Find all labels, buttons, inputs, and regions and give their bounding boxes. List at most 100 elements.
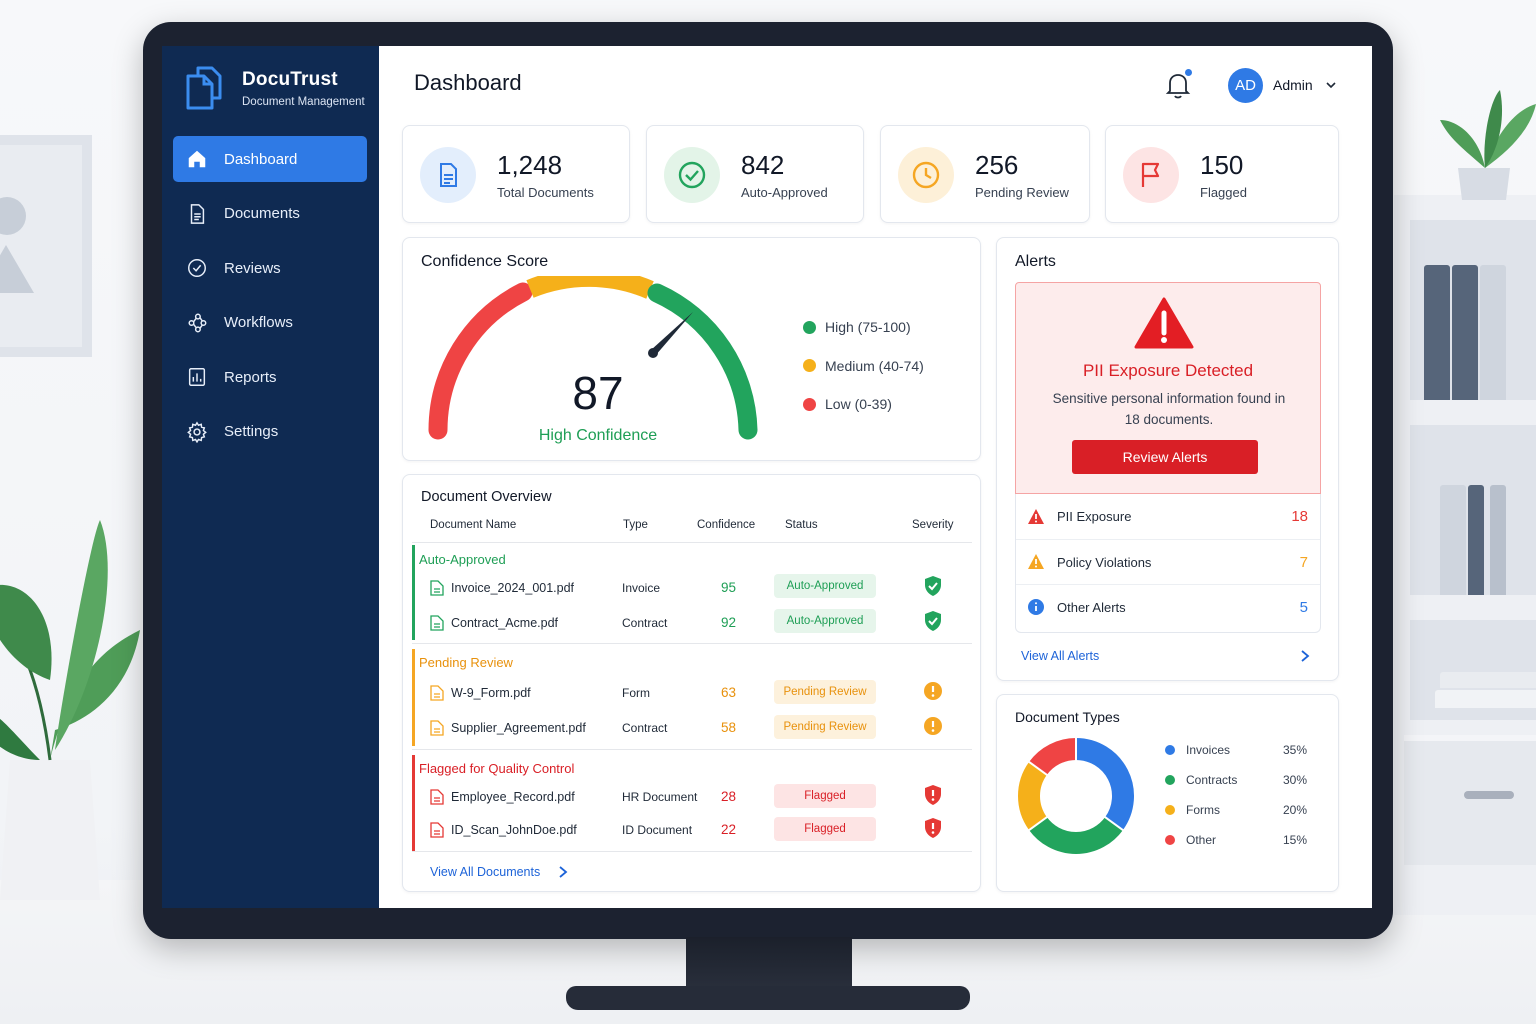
chevron-right-icon[interactable]	[557, 865, 569, 879]
document-type: Contract	[622, 721, 668, 735]
warning-triangle-icon	[1028, 554, 1044, 569]
gauge-needle	[651, 312, 693, 356]
notification-dot	[1183, 67, 1194, 78]
confidence-value: 95	[721, 580, 737, 595]
legend-item: Medium (40-74)	[803, 347, 924, 386]
document-name[interactable]: Employee_Record.pdf	[451, 790, 575, 804]
shield-alert-icon	[925, 785, 941, 805]
status-badge: Auto-Approved	[774, 574, 876, 598]
sidebar-item-settings[interactable]: Settings	[173, 409, 367, 455]
warning-triangle-icon	[1028, 508, 1044, 524]
plant-left-icon	[0, 520, 140, 900]
document-icon	[430, 822, 444, 838]
warning-triangle-icon	[1134, 297, 1194, 349]
section-title: Document Overview	[421, 489, 552, 505]
monitor-base	[566, 986, 970, 1010]
confidence-value: 28	[721, 789, 737, 804]
brand-name: DocuTrust	[242, 68, 338, 90]
sidebar-item-reviews[interactable]: Reviews	[173, 245, 367, 291]
alert-item-policy[interactable]: Policy Violations 7	[1016, 539, 1320, 584]
donut-slice-invoices	[1075, 738, 1134, 831]
workflow-icon	[188, 313, 207, 332]
view-all-documents-link[interactable]: View All Documents	[430, 865, 540, 879]
column-header[interactable]: Document Name	[430, 519, 516, 531]
confidence-score-card: Confidence Score 87 High Confidence High…	[402, 237, 981, 461]
sidebar-item-label: Settings	[224, 423, 279, 440]
document-types-donut	[1018, 737, 1134, 854]
stat-label: Flagged	[1200, 185, 1247, 200]
sidebar-item-documents[interactable]: Documents	[173, 191, 367, 237]
alert-count: 18	[1291, 508, 1308, 525]
document-type: ID Document	[622, 823, 693, 837]
shield-check-icon	[925, 611, 941, 631]
document-overview-card: Document Overview Document Name Type Con…	[402, 474, 981, 892]
group-label: Auto-Approved	[419, 552, 506, 567]
brand[interactable]: DocuTrust Document Management	[184, 66, 365, 110]
document-type: HR Document	[622, 790, 698, 804]
document-icon	[430, 789, 444, 805]
column-header[interactable]: Status	[785, 519, 818, 531]
document-name[interactable]: Supplier_Agreement.pdf	[451, 721, 586, 735]
user-name[interactable]: Admin	[1273, 77, 1313, 93]
donut-legend-item: Other 15%	[1165, 833, 1307, 847]
alert-item-other[interactable]: Other Alerts 5	[1016, 584, 1320, 629]
status-badge: Auto-Approved	[774, 609, 876, 633]
group-label: Pending Review	[419, 655, 513, 670]
document-icon	[430, 685, 444, 701]
sidebar: DocuTrust Document Management Dashboard …	[162, 46, 379, 908]
alert-label: PII Exposure	[1057, 509, 1132, 524]
document-types-card: Document Types Invoices 35% Contracts 30% …	[996, 694, 1339, 892]
document-name[interactable]: Contract_Acme.pdf	[451, 616, 558, 630]
avatar[interactable]: AD	[1228, 68, 1263, 103]
column-header[interactable]: Type	[623, 519, 648, 531]
chevron-right-icon[interactable]	[1299, 649, 1311, 663]
chevron-down-icon[interactable]	[1325, 79, 1337, 91]
document-name[interactable]: ID_Scan_JohnDoe.pdf	[451, 823, 577, 837]
confidence-value: 58	[721, 720, 737, 735]
alert-item-pii[interactable]: PII Exposure 18	[1016, 494, 1320, 539]
status-badge: Pending Review	[774, 715, 876, 739]
sidebar-item-label: Reviews	[224, 259, 281, 277]
alerts-card: Alerts PII Exposure Detected Sensitive p…	[996, 237, 1339, 681]
alert-list: PII Exposure 18 Policy Violations 7 Othe…	[1015, 494, 1321, 633]
view-all-alerts-link[interactable]: View All Alerts	[1021, 649, 1099, 663]
document-icon	[430, 615, 444, 631]
stat-card-flagged[interactable]: 150 Flagged	[1105, 125, 1339, 223]
donut-legend-item: Invoices 35%	[1165, 743, 1307, 757]
sidebar-item-workflows[interactable]: Workflows	[173, 300, 367, 346]
stat-value: 842	[741, 150, 785, 180]
stat-value: 1,248	[497, 150, 563, 180]
stat-card-pending[interactable]: 256 Pending Review	[880, 125, 1090, 223]
sidebar-item-dashboard[interactable]: Dashboard	[173, 136, 367, 182]
status-badge: Flagged	[774, 817, 876, 841]
gauge-score: 87	[572, 367, 624, 419]
plant-right-icon	[1440, 90, 1536, 200]
review-alerts-button[interactable]: Review Alerts	[1072, 440, 1258, 474]
sidebar-item-label: Reports	[224, 368, 277, 386]
document-type: Form	[622, 686, 650, 700]
donut-slice-other	[1029, 738, 1077, 776]
column-header[interactable]: Severity	[912, 519, 954, 531]
legend-item: Low (0-39)	[803, 385, 924, 424]
flag-icon	[1123, 147, 1179, 203]
donut-slice-forms	[1018, 761, 1048, 831]
document-name[interactable]: W-9_Form.pdf	[451, 686, 531, 700]
document-type: Invoice	[622, 581, 661, 595]
gauge-score-label: High Confidence	[538, 427, 658, 444]
sidebar-item-reports[interactable]: Reports	[173, 354, 367, 400]
document-icon	[430, 720, 444, 736]
alert-label: Policy Violations	[1057, 554, 1152, 570]
document-name[interactable]: Invoice_2024_001.pdf	[451, 581, 574, 595]
stat-card-auto-approved[interactable]: 842 Auto-Approved	[646, 125, 864, 223]
alert-count: 7	[1299, 553, 1308, 571]
shield-check-icon	[925, 576, 941, 596]
column-header[interactable]: Confidence	[697, 519, 755, 531]
banner-description: Sensitive personal information found in …	[1052, 391, 1286, 427]
stat-value: 256	[975, 150, 1019, 180]
gear-icon	[187, 420, 207, 443]
donut-legend-item: Contracts 30%	[1165, 773, 1307, 787]
stat-card-total[interactable]: 1,248 Total Documents	[402, 125, 630, 223]
sidebar-item-label: Documents	[224, 205, 300, 222]
document-type: Contract	[622, 616, 668, 630]
home-icon	[188, 150, 206, 168]
